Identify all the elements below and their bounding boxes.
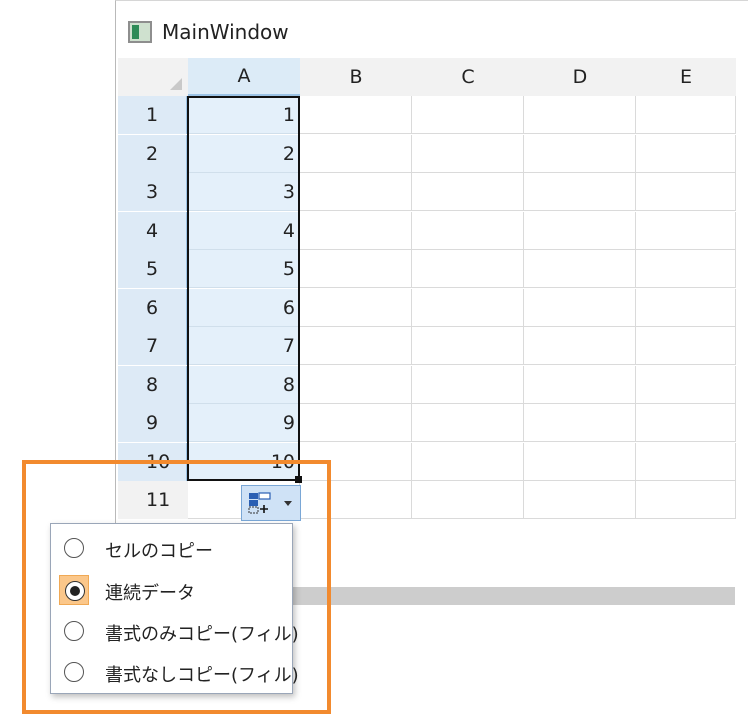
menu-item-label: 書式なしコピー(フィル)	[105, 665, 299, 686]
grid-cell[interactable]	[300, 366, 412, 404]
grid-cell[interactable]	[524, 443, 636, 481]
grid-cell[interactable]	[636, 481, 736, 519]
row-header[interactable]: 10	[118, 443, 188, 481]
grid-cell[interactable]	[524, 250, 636, 288]
grid-cell[interactable]	[300, 250, 412, 288]
menu-item-fill-formatting-only[interactable]: 書式のみコピー(フィル)	[51, 611, 299, 651]
menu-item-copy-cells[interactable]: セルのコピー	[51, 528, 292, 568]
grid-cell[interactable]	[412, 96, 524, 134]
row-header[interactable]: 2	[118, 135, 188, 173]
menu-item-label: 連続データ	[105, 583, 195, 604]
grid-cell[interactable]: 3	[188, 173, 300, 211]
menu-item-label: 書式のみコピー(フィル)	[105, 624, 299, 645]
grid-cell[interactable]	[636, 212, 736, 250]
column-header-c[interactable]: C	[412, 58, 524, 96]
grid-cell[interactable]	[524, 289, 636, 327]
grid-cell[interactable]	[636, 366, 736, 404]
grid-cell[interactable]: 7	[188, 327, 300, 365]
grid-cell[interactable]	[524, 96, 636, 134]
grid-cell[interactable]	[412, 250, 524, 288]
column-header-e[interactable]: E	[636, 58, 736, 96]
grid-cell[interactable]	[412, 481, 524, 519]
menu-item-label: セルのコピー	[105, 541, 213, 562]
grid-cell[interactable]	[636, 250, 736, 288]
grid-cell[interactable]	[636, 289, 736, 327]
autofill-options-menu: セルのコピー 連続データ 書式のみコピー(フィル) 書式なしコピー(フィル)	[50, 523, 299, 694]
radio-icon[interactable]	[59, 616, 89, 646]
grid-cell[interactable]	[524, 135, 636, 173]
app-icon	[128, 21, 152, 43]
grid-cell[interactable]	[412, 366, 524, 404]
grid-cell[interactable]: 6	[188, 289, 300, 327]
grid-cell[interactable]	[300, 443, 412, 481]
grid-cell[interactable]	[524, 327, 636, 365]
row-header[interactable]: 11	[118, 481, 188, 519]
row-header[interactable]: 8	[118, 366, 188, 404]
autofill-options-icon	[248, 492, 271, 514]
grid-cell[interactable]	[524, 481, 636, 519]
title-bar[interactable]: MainWindow	[116, 1, 748, 59]
grid-cell[interactable]	[636, 404, 736, 442]
grid-cell[interactable]	[412, 443, 524, 481]
row-header[interactable]: 5	[118, 250, 188, 288]
grid-cell[interactable]	[636, 135, 736, 173]
row-header[interactable]: 1	[118, 96, 188, 134]
grid-cell[interactable]: 10	[188, 443, 300, 481]
grid-cell[interactable]	[300, 327, 412, 365]
menu-item-fill-series[interactable]: 連続データ	[51, 570, 292, 610]
chevron-down-icon	[284, 501, 292, 506]
radio-checked-icon[interactable]	[59, 575, 89, 605]
radio-icon[interactable]	[59, 657, 89, 687]
grid-cell[interactable]	[524, 173, 636, 211]
grid-cell[interactable]	[524, 366, 636, 404]
select-all-corner[interactable]	[118, 58, 188, 96]
menu-item-fill-without-formatting[interactable]: 書式なしコピー(フィル)	[51, 652, 299, 692]
grid-cell[interactable]: 1	[188, 96, 300, 134]
window-title: MainWindow	[162, 20, 289, 44]
grid-cell[interactable]	[636, 96, 736, 134]
grid-cell[interactable]	[636, 173, 736, 211]
grid-cell[interactable]: 9	[188, 404, 300, 442]
grid-cell[interactable]: 4	[188, 212, 300, 250]
grid-cell[interactable]: 2	[188, 135, 300, 173]
grid-cell[interactable]	[300, 173, 412, 211]
grid-cell[interactable]	[300, 404, 412, 442]
grid-cell[interactable]	[300, 481, 412, 519]
grid-cell[interactable]	[300, 289, 412, 327]
grid-cell[interactable]: 8	[188, 366, 300, 404]
row-header[interactable]: 9	[118, 404, 188, 442]
grid-cell[interactable]	[300, 135, 412, 173]
grid-cell[interactable]	[524, 404, 636, 442]
grid-cell[interactable]	[412, 404, 524, 442]
grid-cell[interactable]	[300, 96, 412, 134]
grid-cell[interactable]	[412, 327, 524, 365]
grid-cell[interactable]	[524, 212, 636, 250]
row-header[interactable]: 3	[118, 173, 188, 211]
grid-cell[interactable]	[636, 443, 736, 481]
grid-cell[interactable]	[412, 289, 524, 327]
grid-cell[interactable]	[412, 212, 524, 250]
fill-handle[interactable]	[295, 476, 302, 483]
column-header-a[interactable]: A	[188, 58, 300, 96]
autofill-options-button[interactable]	[241, 485, 301, 521]
column-header-b[interactable]: B	[300, 58, 412, 96]
grid-cell[interactable]	[412, 173, 524, 211]
grid-cell[interactable]	[636, 327, 736, 365]
grid-cell[interactable]: 5	[188, 250, 300, 288]
row-header[interactable]: 7	[118, 327, 188, 365]
radio-icon[interactable]	[59, 533, 89, 563]
grid-cell[interactable]	[300, 212, 412, 250]
row-header[interactable]: 6	[118, 289, 188, 327]
column-header-d[interactable]: D	[524, 58, 636, 96]
row-header[interactable]: 4	[118, 212, 188, 250]
grid-cell[interactable]	[412, 135, 524, 173]
